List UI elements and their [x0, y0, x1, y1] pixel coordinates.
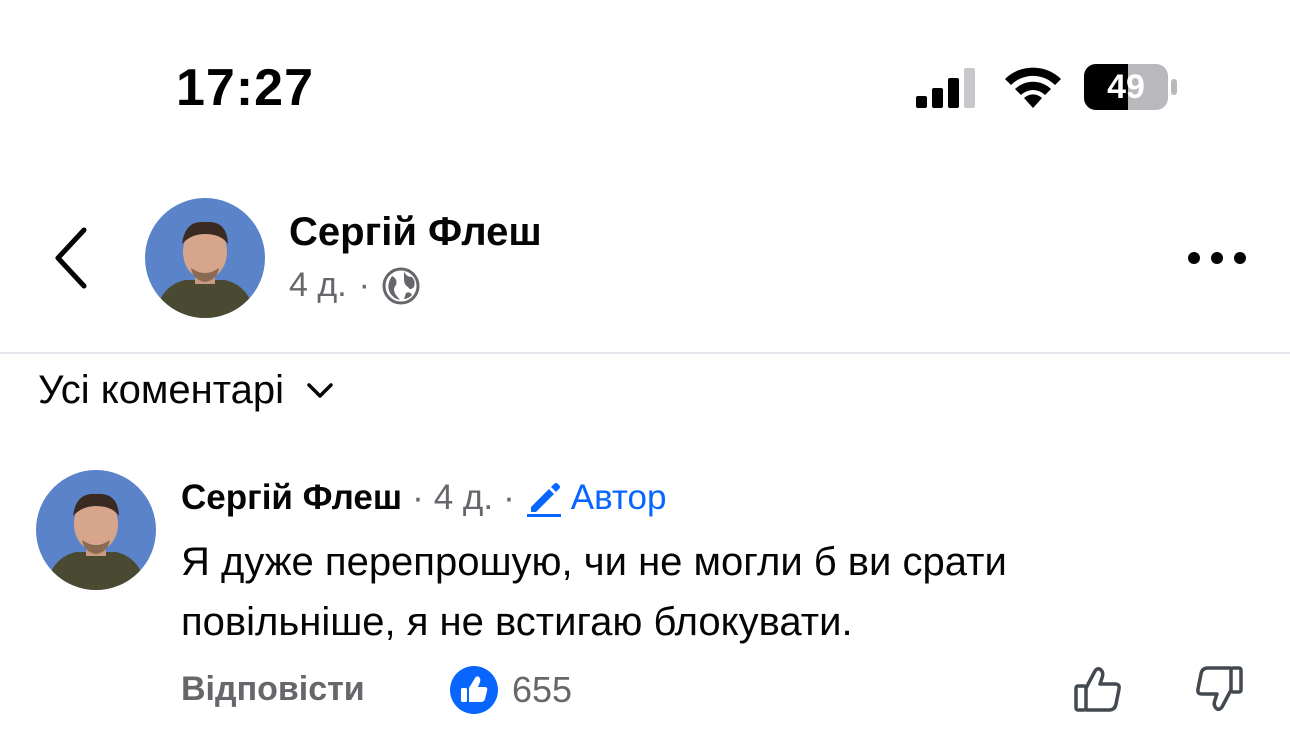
back-button[interactable] — [52, 226, 92, 290]
header-divider — [0, 352, 1290, 354]
reaction-summary[interactable]: 655 — [450, 666, 572, 714]
author-badge: Автор — [525, 478, 667, 518]
reply-button[interactable]: Відповісти — [181, 670, 365, 709]
commenter-avatar[interactable] — [36, 470, 156, 590]
profile-photo — [36, 470, 156, 590]
comment-header: Сергій Флеш · 4 д. · Автор — [181, 478, 666, 518]
comment-separator: · — [503, 478, 515, 517]
wifi-icon — [1005, 67, 1061, 108]
comment-body: Я дуже перепрошую, чи не могли б ви срат… — [181, 540, 1007, 644]
meta-separator: · — [358, 266, 370, 304]
author-badge-label: Автор — [570, 478, 667, 517]
globe-icon — [382, 267, 420, 304]
author-avatar[interactable] — [145, 198, 265, 318]
thumbs-up-icon — [450, 666, 498, 714]
comments-filter-dropdown[interactable]: Усі коментарі — [38, 368, 334, 413]
filter-label: Усі коментарі — [38, 368, 285, 412]
profile-photo — [145, 198, 265, 318]
post-time: 4 д. — [289, 266, 347, 304]
like-count: 655 — [512, 669, 573, 710]
chevron-down-icon — [307, 382, 333, 398]
battery-indicator: 49 — [1084, 64, 1178, 110]
pencil-icon — [526, 483, 561, 517]
comment-separator: · — [412, 478, 424, 517]
battery-level: 49 — [1107, 67, 1145, 106]
status-time: 17:27 — [176, 59, 314, 117]
post-author-name[interactable]: Сергій Флеш — [289, 210, 542, 255]
post-meta: 4 д. · — [289, 266, 420, 305]
more-options-button[interactable] — [1186, 246, 1248, 270]
cellular-signal-icon — [916, 68, 975, 108]
comment-time: 4 д. — [433, 478, 494, 517]
downvote-button[interactable] — [1194, 664, 1244, 714]
comment-author-name[interactable]: Сергій Флеш — [181, 478, 402, 518]
upvote-button[interactable] — [1073, 664, 1123, 714]
